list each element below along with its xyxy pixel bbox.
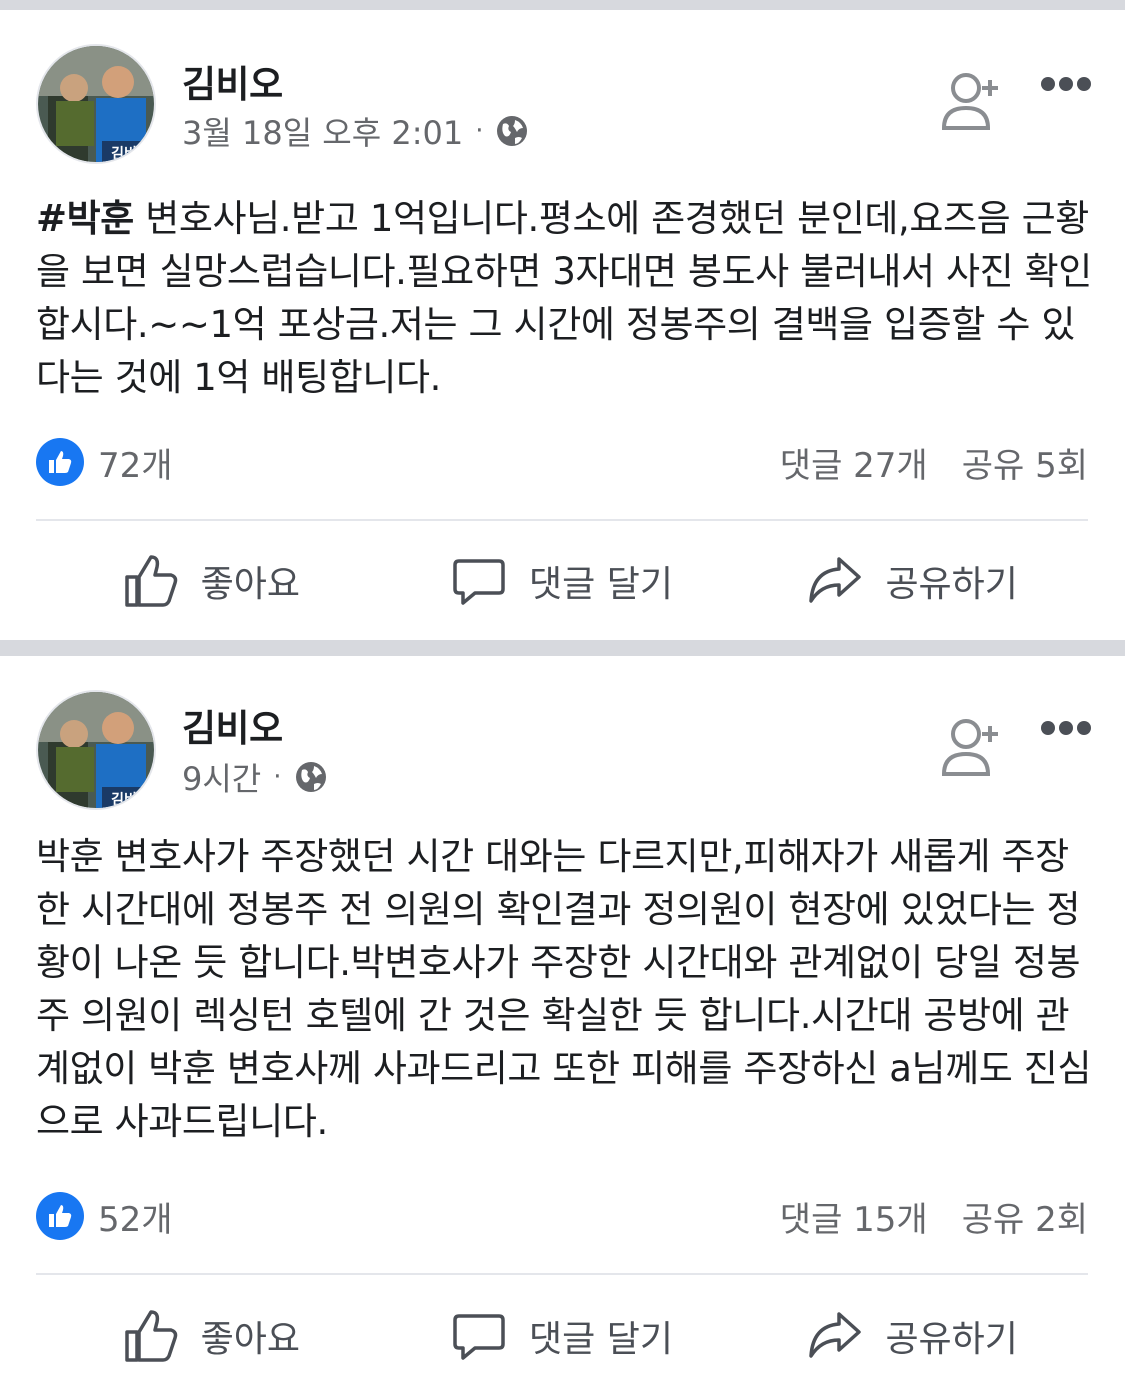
divider [36,1273,1088,1275]
share-button-label: 공유하기 [885,1319,1018,1360]
speech-bubble-icon [453,559,505,605]
share-button-label: 공유하기 [885,564,1018,605]
add-friend-icon[interactable] [938,68,1002,132]
share-arrow-icon [809,557,862,603]
hashtag-link[interactable]: #박훈 [36,197,134,240]
like-button[interactable]: 좋아요 [36,1308,387,1364]
post-card: 김비 김비오 9시간 · 박훈 변호사가 주장했던 시간 대와는 다르지만,피해 [0,656,1125,1395]
post-meta: 9시간 · [182,754,328,800]
like-button-label: 좋아요 [200,1319,301,1360]
post-timestamp[interactable]: 3월 18일 오후 2:01 [182,108,463,154]
comment-count[interactable]: 댓글 15개 [780,1192,928,1241]
like-count-text: 72개 [98,445,173,486]
author-name[interactable]: 김비오 [182,54,283,108]
share-count[interactable]: 공유 5회 [962,438,1088,487]
top-separator [0,0,1125,10]
like-badge-icon [36,1192,84,1240]
engagement-stats: 댓글 15개 공유 2회 [780,1192,1088,1241]
comment-count[interactable]: 댓글 27개 [780,438,928,487]
action-bar: 좋아요 댓글 달기 공유하기 [36,546,1088,616]
share-button[interactable]: 공유하기 [737,553,1088,609]
post-body: 변호사님.받고 1억입니다.평소에 존경했던 분인데,요즈음 근황을 보면 실망… [36,197,1092,399]
more-options-icon[interactable] [1040,718,1092,738]
divider [36,519,1088,521]
share-count[interactable]: 공유 2회 [962,1192,1088,1241]
action-bar: 좋아요 댓글 달기 공유하기 [36,1301,1088,1371]
globe-icon [294,760,328,794]
add-friend-icon[interactable] [938,714,1002,778]
like-button-label: 좋아요 [200,564,301,605]
post-body: 박훈 변호사가 주장했던 시간 대와는 다르지만,피해자가 새롭게 주장한 시간… [36,835,1092,1143]
share-button[interactable]: 공유하기 [737,1308,1088,1364]
meta-separator: · [475,116,484,146]
post-card: 김비 김비오 3월 18일 오후 2:01 · #박훈 변호사님.받고 1억입니 [0,10,1125,640]
avatar[interactable]: 김비 [36,44,156,164]
meta-separator: · [273,762,282,792]
like-badge-icon [36,438,84,486]
globe-icon [495,114,529,148]
avatar-caption: 김비 [111,791,137,808]
post-text: 박훈 변호사가 주장했던 시간 대와는 다르지만,피해자가 새롭게 주장한 시간… [36,830,1096,1148]
avatar-caption: 김비 [111,145,137,162]
post-text: #박훈 변호사님.받고 1억입니다.평소에 존경했던 분인데,요즈음 근황을 보… [36,192,1096,404]
thumbs-up-icon [124,555,177,607]
like-count[interactable]: 72개 [36,438,173,487]
author-name[interactable]: 김비오 [182,698,283,752]
like-count-text: 52개 [98,1199,173,1240]
post-meta: 3월 18일 오후 2:01 · [182,108,529,154]
share-arrow-icon [809,1312,862,1358]
comment-button-label: 댓글 달기 [529,1319,673,1360]
comment-button[interactable]: 댓글 달기 [387,1308,738,1364]
engagement-stats: 댓글 27개 공유 5회 [780,438,1088,487]
post-stats: 52개 댓글 15개 공유 2회 [36,1191,1088,1241]
post-separator [0,640,1125,656]
like-count[interactable]: 52개 [36,1192,173,1241]
like-button[interactable]: 좋아요 [36,553,387,609]
post-stats: 72개 댓글 27개 공유 5회 [36,437,1088,487]
comment-button-label: 댓글 달기 [529,564,673,605]
thumbs-up-icon [124,1310,177,1362]
comment-button[interactable]: 댓글 달기 [387,553,738,609]
avatar[interactable]: 김비 [36,690,156,810]
speech-bubble-icon [453,1314,505,1360]
more-options-icon[interactable] [1040,74,1092,94]
post-timestamp[interactable]: 9시간 [182,754,261,800]
